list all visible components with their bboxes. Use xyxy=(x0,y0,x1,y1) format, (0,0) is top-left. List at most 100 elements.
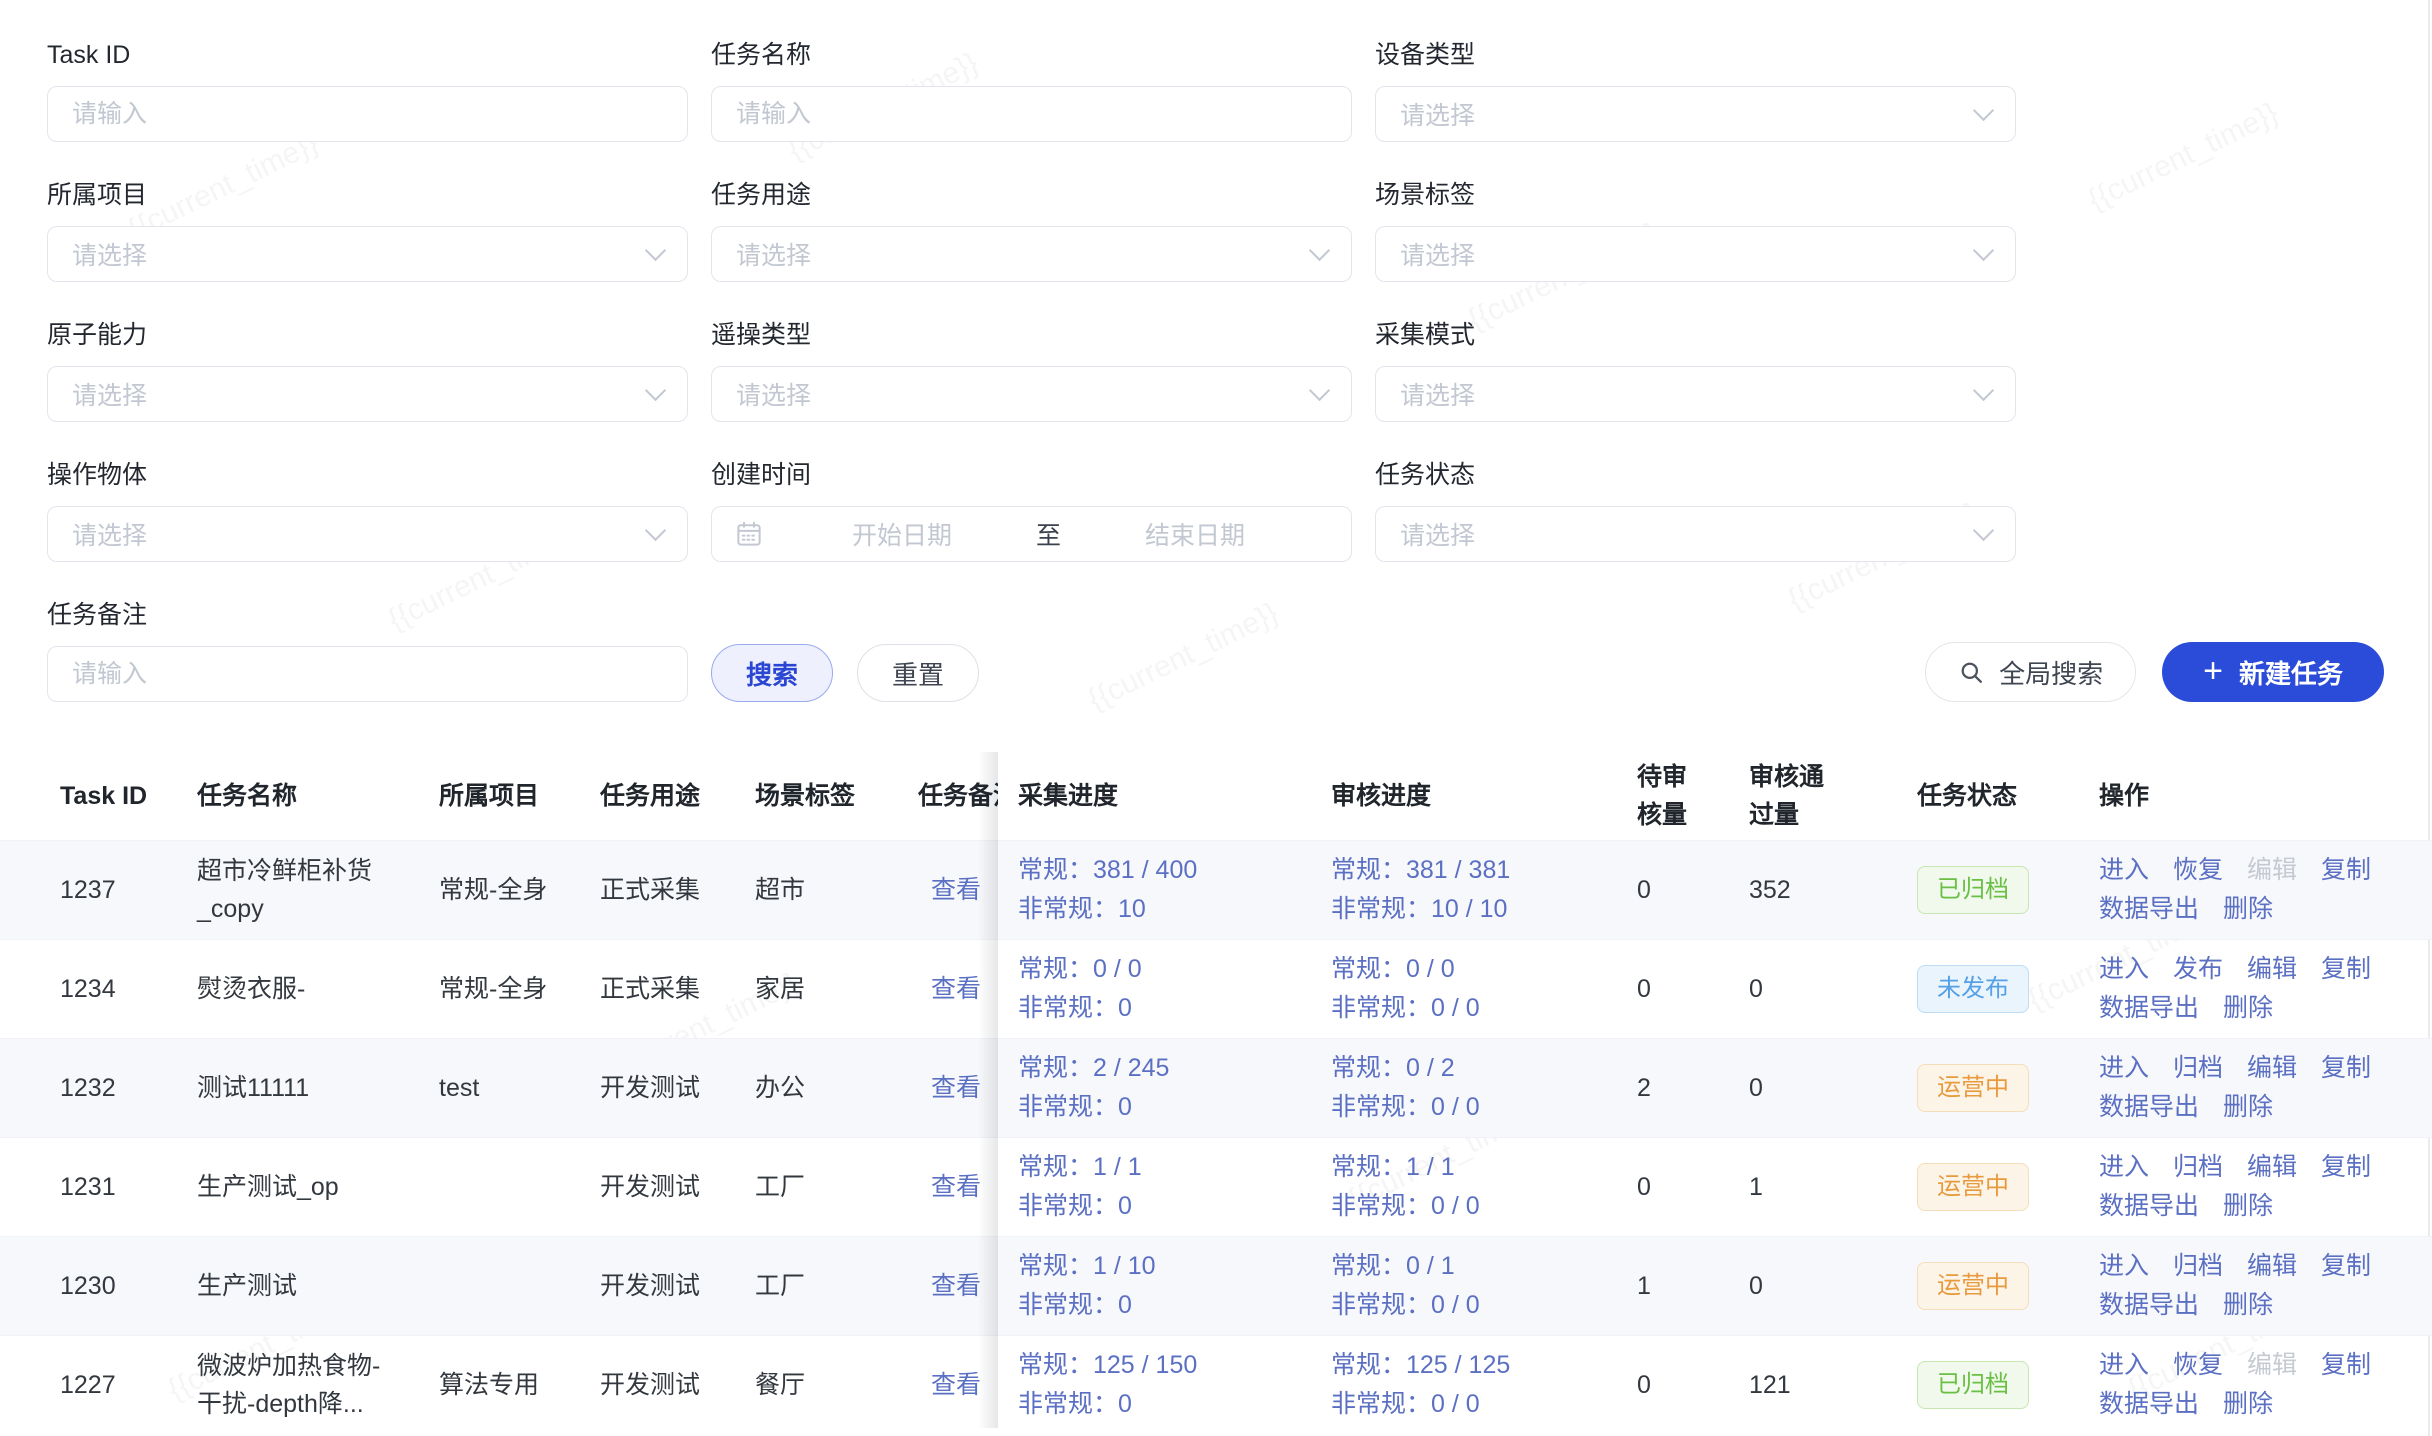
collect-mode-select[interactable]: 请选择 xyxy=(1375,366,2016,422)
edit-link[interactable]: 编辑 xyxy=(2247,950,2297,989)
col-header-status: 任务状态 xyxy=(1917,777,2099,815)
cell-task-id: 1232 xyxy=(0,1069,197,1107)
chevron-down-icon xyxy=(1973,240,1994,261)
delete-link[interactable]: 删除 xyxy=(2223,989,2273,1028)
restore-link[interactable]: 恢复 xyxy=(2173,851,2223,890)
field-label: Task ID xyxy=(47,40,688,70)
restore-link[interactable]: 恢复 xyxy=(2173,1346,2223,1385)
create-task-button[interactable]: + 新建任务 xyxy=(2162,642,2384,702)
export-link[interactable]: 数据导出 xyxy=(2099,1088,2199,1127)
global-search-button[interactable]: 全局搜索 xyxy=(1925,642,2136,702)
cell-review-progress: 常规：381 / 381 非常规：10 / 10 xyxy=(1331,851,1637,929)
filter-panel: Task ID 任务名称 设备类型 请选择 所属项目 请选择 任务用途 请选择 xyxy=(47,40,2384,702)
filter-field-task-status: 任务状态 请选择 xyxy=(1375,460,2016,562)
cell-passed: 352 xyxy=(1749,871,1917,909)
start-date-placeholder[interactable]: 开始日期 xyxy=(768,516,1036,552)
delete-link[interactable]: 删除 xyxy=(2223,1286,2273,1325)
enter-link[interactable]: 进入 xyxy=(2099,1148,2149,1187)
filter-grid: Task ID 任务名称 设备类型 请选择 所属项目 请选择 任务用途 请选择 xyxy=(47,40,2384,600)
end-date-placeholder[interactable]: 结束日期 xyxy=(1061,516,1329,552)
task-remark-input[interactable] xyxy=(47,646,688,702)
cell-review-progress: 常规：0 / 1 非常规：0 / 0 xyxy=(1331,1247,1637,1325)
chevron-down-icon xyxy=(645,520,666,541)
col-header-name: 任务名称 xyxy=(197,777,439,815)
cell-scene: 办公 xyxy=(755,1069,918,1107)
remark-view-link[interactable]: 查看 xyxy=(931,1074,981,1102)
cell-task-name: 测试11111 xyxy=(197,1069,439,1107)
teleop-type-select[interactable]: 请选择 xyxy=(711,366,1352,422)
copy-link[interactable]: 复制 xyxy=(2321,1346,2371,1385)
filter-last-row: 任务备注 搜索 重置 全局搜索 + 新建任务 xyxy=(47,600,2384,702)
copy-link[interactable]: 复制 xyxy=(2321,851,2371,890)
scroll-columns: 采集进度 审核进度 待审核量 审核通过量 任务状态 操作 xyxy=(998,752,2432,840)
cell-task-name: 超市冷鲜柜补货_copy xyxy=(197,852,439,928)
field-label: 所属项目 xyxy=(47,180,688,210)
select-placeholder: 请选择 xyxy=(1400,516,1475,552)
object-select[interactable]: 请选择 xyxy=(47,506,688,562)
enter-link[interactable]: 进入 xyxy=(2099,851,2149,890)
copy-link[interactable]: 复制 xyxy=(2321,1247,2371,1286)
cell-collect-progress: 常规：381 / 400 非常规：10 xyxy=(998,851,1331,929)
cell-pending: 0 xyxy=(1637,1366,1749,1404)
cell-pending: 0 xyxy=(1637,1168,1749,1206)
copy-link[interactable]: 复制 xyxy=(2321,1148,2371,1187)
archive-link[interactable]: 归档 xyxy=(2173,1049,2223,1088)
delete-link[interactable]: 删除 xyxy=(2223,1385,2273,1424)
delete-link[interactable]: 删除 xyxy=(2223,890,2273,929)
reset-button[interactable]: 重置 xyxy=(857,644,979,702)
filter-field-teleop-type: 遥操类型 请选择 xyxy=(711,320,1352,422)
publish-link[interactable]: 发布 xyxy=(2173,950,2223,989)
project-select[interactable]: 请选择 xyxy=(47,226,688,282)
enter-link[interactable]: 进入 xyxy=(2099,1049,2149,1088)
filter-buttons: 搜索 重置 xyxy=(711,644,979,702)
edit-link[interactable]: 编辑 xyxy=(2247,1049,2297,1088)
copy-link[interactable]: 复制 xyxy=(2321,1049,2371,1088)
remark-view-link[interactable]: 查看 xyxy=(931,1371,981,1399)
select-placeholder: 请选择 xyxy=(72,236,147,272)
edit-link[interactable]: 编辑 xyxy=(2247,1247,2297,1286)
enter-link[interactable]: 进入 xyxy=(2099,1346,2149,1385)
enter-link[interactable]: 进入 xyxy=(2099,1247,2149,1286)
remark-view-link[interactable]: 查看 xyxy=(931,975,981,1003)
edit-link[interactable]: 编辑 xyxy=(2247,1148,2297,1187)
copy-link[interactable]: 复制 xyxy=(2321,950,2371,989)
task-table: Task ID 任务名称 所属项目 任务用途 场景标签 任务备注 采集进度 审核… xyxy=(0,752,2432,1434)
export-link[interactable]: 数据导出 xyxy=(2099,890,2199,929)
cell-collect-progress: 常规：0 / 0 非常规：0 xyxy=(998,950,1331,1028)
atomic-ability-select[interactable]: 请选择 xyxy=(47,366,688,422)
task-name-input[interactable] xyxy=(711,86,1352,142)
field-label: 创建时间 xyxy=(711,460,1352,490)
scene-tag-select[interactable]: 请选择 xyxy=(1375,226,2016,282)
table-row: 1230 生产测试 开发测试 工厂 查看 常规：1 / 10 非常规：0 常规：… xyxy=(0,1236,2432,1335)
cell-scene: 家居 xyxy=(755,970,918,1008)
delete-link[interactable]: 删除 xyxy=(2223,1187,2273,1226)
archive-link[interactable]: 归档 xyxy=(2173,1148,2223,1187)
field-label: 采集模式 xyxy=(1375,320,2016,350)
table-header-row: Task ID 任务名称 所属项目 任务用途 场景标签 任务备注 采集进度 审核… xyxy=(0,752,2432,840)
cell-scene: 超市 xyxy=(755,871,918,909)
export-link[interactable]: 数据导出 xyxy=(2099,1385,2199,1424)
field-label: 任务用途 xyxy=(711,180,1352,210)
purpose-select[interactable]: 请选择 xyxy=(711,226,1352,282)
export-link[interactable]: 数据导出 xyxy=(2099,1187,2199,1226)
search-button[interactable]: 搜索 xyxy=(711,644,833,702)
device-type-select[interactable]: 请选择 xyxy=(1375,86,2016,142)
export-link[interactable]: 数据导出 xyxy=(2099,989,2199,1028)
remark-view-link[interactable]: 查看 xyxy=(931,1173,981,1201)
remark-view-link[interactable]: 查看 xyxy=(931,876,981,904)
select-placeholder: 请选择 xyxy=(72,516,147,552)
field-label: 场景标签 xyxy=(1375,180,2016,210)
create-time-daterange[interactable]: 开始日期 至 结束日期 xyxy=(711,506,1352,562)
task-id-input[interactable] xyxy=(47,86,688,142)
archive-link[interactable]: 归档 xyxy=(2173,1247,2223,1286)
task-status-select[interactable]: 请选择 xyxy=(1375,506,2016,562)
col-header-remark: 任务备注 xyxy=(918,777,998,815)
filter-field-object: 操作物体 请选择 xyxy=(47,460,688,562)
status-badge: 运营中 xyxy=(1917,1163,2029,1211)
enter-link[interactable]: 进入 xyxy=(2099,950,2149,989)
field-label: 任务备注 xyxy=(47,600,688,630)
remark-view-link[interactable]: 查看 xyxy=(931,1272,981,1300)
filter-field-task-name: 任务名称 xyxy=(711,40,1352,142)
export-link[interactable]: 数据导出 xyxy=(2099,1286,2199,1325)
delete-link[interactable]: 删除 xyxy=(2223,1088,2273,1127)
